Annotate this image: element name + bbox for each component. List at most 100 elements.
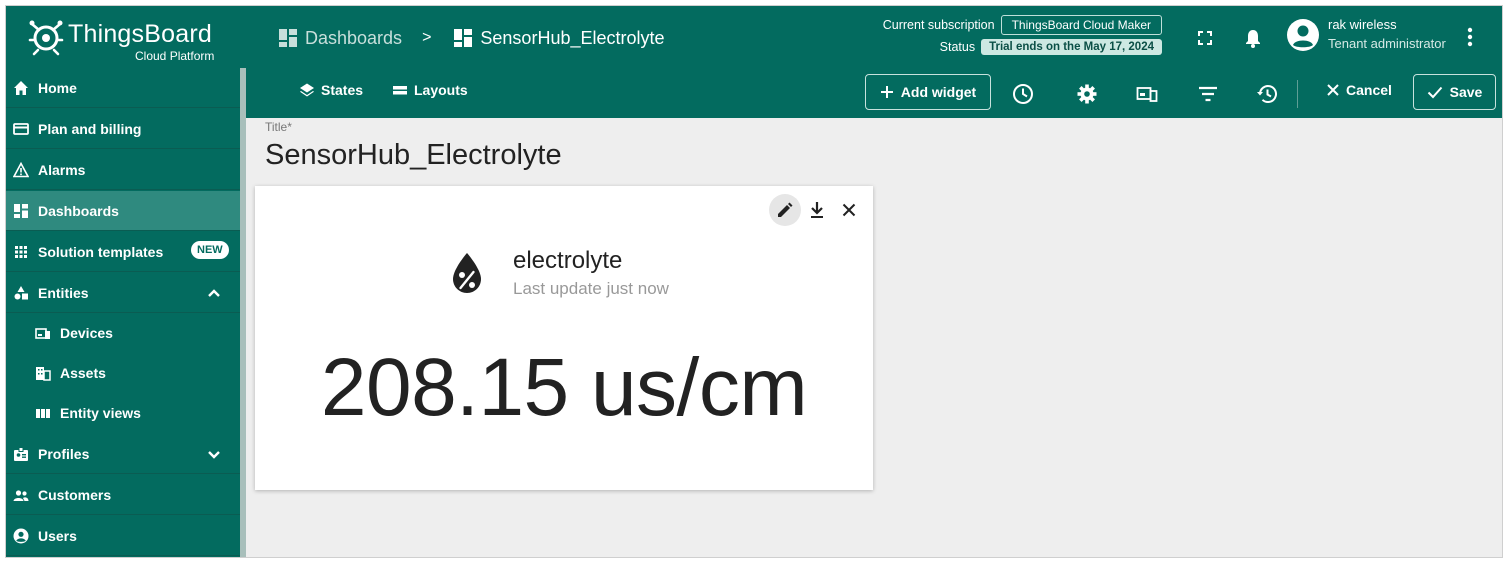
check-icon xyxy=(1427,86,1442,99)
schedule-icon[interactable] xyxy=(1012,83,1034,105)
widget-last-update: Last update just now xyxy=(513,279,669,298)
sidebar-item-home[interactable]: Home xyxy=(6,68,240,108)
sidebar: Home Plan and billing Alarms Dashboards … xyxy=(6,68,240,557)
states-label: States xyxy=(321,82,364,98)
sidebar-item-label: Entities xyxy=(38,284,89,301)
app-window: ThingsBoard Cloud Platform Dashboards > … xyxy=(5,5,1503,558)
sidebar-item-solution-templates[interactable]: Solution templates NEW xyxy=(6,232,240,272)
subscription-info: Current subscription ThingsBoard Cloud M… xyxy=(842,14,1162,60)
add-widget-button[interactable]: Add widget xyxy=(865,74,991,110)
title-field-label: Title* xyxy=(265,120,292,134)
cancel-label: Cancel xyxy=(1346,82,1392,98)
sidebar-item-label: Customers xyxy=(38,486,112,503)
subscription-chip[interactable]: ThingsBoard Cloud Maker xyxy=(1000,15,1162,35)
save-label: Save xyxy=(1449,84,1483,100)
chevron-up-icon xyxy=(208,289,220,297)
title-field[interactable]: SensorHub_Electrolyte xyxy=(265,139,562,172)
credit-card-icon xyxy=(13,122,29,135)
status-label: Status xyxy=(939,40,976,54)
dashboard-icon xyxy=(279,29,297,47)
add-icon xyxy=(880,86,893,98)
supervisor-icon xyxy=(13,489,29,501)
breadcrumb-parent-label: Dashboards xyxy=(305,27,403,48)
breadcrumb-current: SensorHub_Electrolyte xyxy=(453,27,665,49)
sidebar-item-label: Alarms xyxy=(38,161,86,178)
sidebar-item-profiles[interactable]: Profiles xyxy=(6,434,240,474)
chevron-down-icon xyxy=(208,451,220,459)
sidebar-item-entity-views[interactable]: Entity views xyxy=(6,393,240,433)
breadcrumb-current-label: SensorHub_Electrolyte xyxy=(480,27,665,48)
logo-subtitle: Cloud Platform xyxy=(135,49,215,63)
category-icon xyxy=(14,285,28,299)
sidebar-item-alarms[interactable]: Alarms xyxy=(6,150,240,190)
dashboard-icon xyxy=(14,203,28,218)
new-badge: NEW xyxy=(191,241,229,259)
download-icon xyxy=(811,202,823,218)
settings-icon[interactable] xyxy=(1076,83,1098,105)
logo-name: ThingsBoard xyxy=(68,20,212,48)
domain-icon xyxy=(36,367,51,381)
water-percent-icon xyxy=(453,253,481,293)
states-button[interactable]: States xyxy=(299,82,363,98)
logo[interactable]: ThingsBoard Cloud Platform xyxy=(24,12,224,64)
sidebar-item-assets[interactable]: Assets xyxy=(6,353,240,393)
sidebar-item-devices[interactable]: Devices xyxy=(6,313,240,353)
edit-widget-button[interactable] xyxy=(769,194,801,226)
more-vert-icon[interactable] xyxy=(1461,26,1479,48)
dashboard-toolbar: States Layouts Add widget Cancel Save xyxy=(246,68,1502,118)
subscription-label: Current subscription xyxy=(882,18,995,32)
widget-label: electrolyte xyxy=(513,247,623,274)
badge-icon xyxy=(14,446,28,461)
view-quilt-icon xyxy=(36,409,50,418)
sidebar-item-label: Solution templates xyxy=(38,243,164,260)
sidebar-item-entities[interactable]: Entities xyxy=(6,273,240,313)
download-widget-button[interactable] xyxy=(801,194,833,226)
sidebar-item-label: Entity views xyxy=(60,405,141,421)
devices-icon[interactable] xyxy=(1136,83,1158,105)
history-icon[interactable] xyxy=(1256,83,1278,105)
breadcrumb: Dashboards > SensorHub_Electrolyte xyxy=(278,24,665,52)
thingsboard-logo-icon xyxy=(28,20,64,56)
toolbar-divider xyxy=(1297,80,1298,108)
sidebar-item-customers[interactable]: Customers xyxy=(6,475,240,515)
apps-icon xyxy=(15,245,27,258)
remove-widget-button[interactable] xyxy=(833,194,865,226)
sidebar-item-plan-and-billing[interactable]: Plan and billing xyxy=(6,109,240,149)
user-role: Tenant administrator xyxy=(1328,36,1446,51)
sidebar-item-label: Profiles xyxy=(38,445,90,462)
dashboard-icon xyxy=(454,29,473,47)
close-icon xyxy=(842,203,856,217)
breadcrumb-dashboards[interactable]: Dashboards xyxy=(278,28,402,49)
warning-icon xyxy=(13,161,29,177)
home-icon xyxy=(14,80,28,95)
top-bar: ThingsBoard Cloud Platform Dashboards > … xyxy=(6,6,1502,68)
sidebar-item-dashboards[interactable]: Dashboards xyxy=(6,191,240,231)
sidebar-item-label: Plan and billing xyxy=(38,120,142,137)
sidebar-item-label: Devices xyxy=(60,325,113,341)
account-icon[interactable] xyxy=(1287,19,1319,51)
notifications-icon[interactable] xyxy=(1243,28,1263,48)
edit-icon xyxy=(778,202,793,217)
status-badge: Trial ends on the May 17, 2024 xyxy=(981,39,1162,55)
widget-value: 208.15 us/cm xyxy=(320,342,808,433)
breadcrumb-separator: > xyxy=(422,29,432,46)
value-card-widget[interactable]: electrolyte Last update just now 208.15 … xyxy=(255,186,873,490)
layouts-button[interactable]: Layouts xyxy=(392,82,468,98)
layouts-icon xyxy=(393,86,407,95)
sidebar-item-label: Assets xyxy=(60,365,106,381)
layouts-label: Layouts xyxy=(414,82,468,98)
close-icon xyxy=(1327,84,1339,96)
account-circle-icon xyxy=(13,528,29,543)
user-name[interactable]: rak wireless xyxy=(1328,17,1397,32)
cancel-button[interactable]: Cancel xyxy=(1326,82,1392,98)
sidebar-item-label: Home xyxy=(38,79,77,96)
save-button[interactable]: Save xyxy=(1413,74,1496,110)
filter-list-icon[interactable] xyxy=(1197,83,1219,105)
add-widget-label: Add widget xyxy=(900,84,977,100)
sidebar-item-users[interactable]: Users xyxy=(6,516,240,556)
layers-icon xyxy=(300,83,314,97)
sidebar-item-label: Dashboards xyxy=(38,202,119,219)
sidebar-scrollbar[interactable] xyxy=(240,68,246,557)
fullscreen-icon[interactable] xyxy=(1195,28,1215,48)
sidebar-item-label: Users xyxy=(38,527,77,544)
